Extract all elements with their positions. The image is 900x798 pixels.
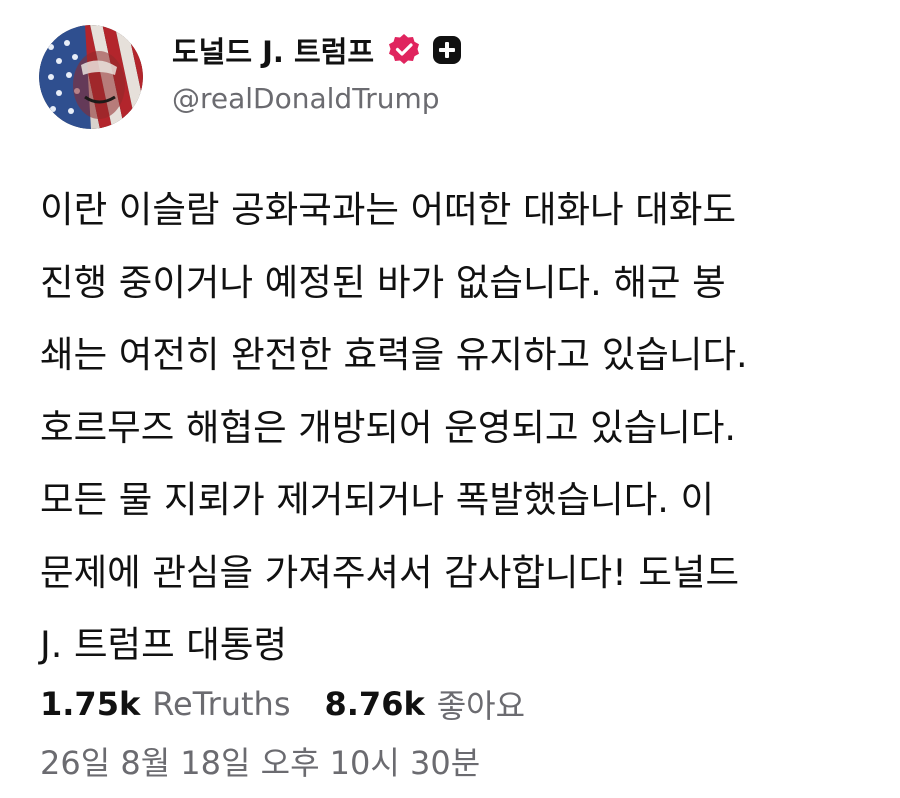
author-display-name[interactable]: 도널드 J. 트럼프 xyxy=(172,29,374,71)
likes-count: 8.76k xyxy=(324,685,425,723)
post-card: 도널드 J. 트럼프 @realDonaldTrump 이란 이슬람 공화국과는… xyxy=(0,0,900,798)
retruths-label: ReTruths xyxy=(152,685,291,723)
author-name-row: 도널드 J. 트럼프 xyxy=(172,28,462,72)
post-body-line: 진행 중이거나 예정된 바가 없습니다. 해군 봉 xyxy=(40,260,726,304)
post-body: 이란 이슬람 공화국과는 어떠한 대화나 대화도 진행 중이거나 예정된 바가 … xyxy=(40,174,860,682)
retruths-count: 1.75k xyxy=(40,685,141,723)
plus-badge-icon xyxy=(432,35,462,65)
post-body-line: 쇄는 여전히 완전한 효력을 유지하고 있습니다. xyxy=(40,333,748,376)
post-body-line: 문제에 관심을 가져주셔서 감사합니다! 도널드 xyxy=(40,550,740,594)
likes-label: 좋아요 xyxy=(436,687,526,725)
avatar-image-icon xyxy=(39,25,143,129)
post-body-line: 모든 물 지뢰가 제거되거나 폭발했습니다. 이 xyxy=(40,478,715,521)
likes-stat[interactable]: 8.76k 좋아요 xyxy=(325,681,526,727)
author-handle[interactable]: @realDonaldTrump xyxy=(172,82,440,115)
verified-badge-icon xyxy=(386,32,422,68)
post-body-line: 이란 이슬람 공화국과는 어떠한 대화나 대화도 xyxy=(40,188,737,231)
post-body-line: 호르무즈 해협은 개방되어 운영되고 있습니다. xyxy=(40,405,737,449)
avatar[interactable] xyxy=(39,25,143,129)
post-body-line: J. 트럼프 대통령 xyxy=(40,623,288,666)
retruths-stat[interactable]: 1.75k ReTruths xyxy=(40,685,291,723)
post-stats: 1.75k ReTruths 8.76k 좋아요 xyxy=(40,680,525,728)
post-timestamp: 26일 8월 18일 오후 10시 30분 xyxy=(40,744,481,782)
